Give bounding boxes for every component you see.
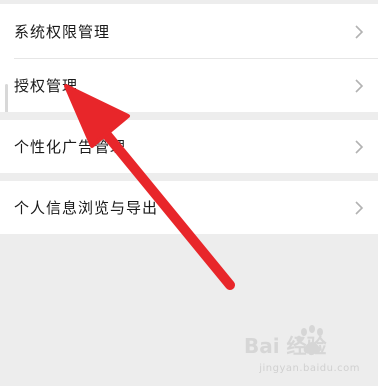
menu-item-label: 授权管理 bbox=[14, 77, 79, 95]
section-gap bbox=[0, 173, 378, 181]
watermark-url: jingyan.baidu.com bbox=[259, 363, 360, 374]
baidu-paw-icon: Bai 经验 bbox=[244, 325, 327, 358]
chevron-right-icon bbox=[355, 201, 364, 215]
menu-item-label: 个人信息浏览与导出 bbox=[14, 199, 159, 217]
section-gap bbox=[0, 112, 378, 120]
chevron-right-icon bbox=[355, 25, 364, 39]
menu-item-personalized-ads[interactable]: 个性化广告管理 bbox=[0, 120, 378, 173]
menu-item-personal-info-export[interactable]: 个人信息浏览与导出 bbox=[0, 181, 378, 234]
menu-item-label: 系统权限管理 bbox=[14, 23, 111, 41]
menu-item-label: 个性化广告管理 bbox=[14, 138, 127, 156]
chevron-right-icon bbox=[355, 79, 364, 93]
chevron-right-icon bbox=[355, 140, 364, 154]
menu-item-system-permissions[interactable]: 系统权限管理 bbox=[0, 4, 378, 59]
menu-item-authorization[interactable]: 授权管理 bbox=[0, 59, 378, 112]
watermark-brand: Bai 经验 bbox=[244, 334, 327, 358]
